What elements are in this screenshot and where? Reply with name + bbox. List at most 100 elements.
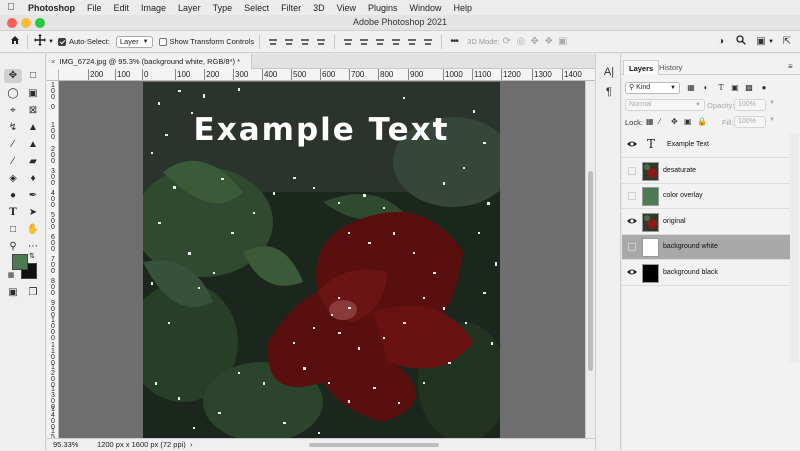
document-tab[interactable]: × IMG_6724.jpg @ 95.3% (background white,…	[47, 54, 252, 69]
canvas-workspace[interactable]: Example Text	[59, 81, 585, 438]
status-info-chevron[interactable]: ›	[190, 439, 193, 451]
paint-bucket-tool-icon[interactable]: ◈	[4, 172, 22, 186]
lock-transparent-pixels-icon[interactable]: ▦	[646, 117, 654, 126]
horizontal-scroll-thumb[interactable]	[309, 443, 439, 447]
panel-menu-icon[interactable]: ≡	[788, 62, 793, 71]
history-brush-tool-icon[interactable]: ∕	[4, 155, 22, 169]
align-bottom-edges-icon[interactable]	[375, 37, 385, 47]
auto-select-target-dropdown[interactable]: Layer ▼	[115, 35, 153, 48]
crop-tool-icon[interactable]: ⌖	[4, 104, 22, 118]
ruler-origin[interactable]	[47, 69, 59, 81]
apple-logo-icon[interactable]: 	[0, 2, 22, 13]
eyedropper-tool-icon[interactable]: ↯	[4, 121, 22, 135]
menu-view[interactable]: View	[331, 3, 362, 13]
align-to-icon[interactable]	[423, 37, 433, 47]
eye-icon[interactable]	[627, 268, 637, 278]
menu-image[interactable]: Image	[135, 3, 172, 13]
3d-roll-icon[interactable]: ◎	[514, 36, 528, 47]
menu-filter[interactable]: Filter	[275, 3, 307, 13]
tool-preset-chevron-down-icon[interactable]: ▼	[48, 39, 54, 45]
eye-icon[interactable]	[627, 217, 637, 227]
distribute-horizontal-icon[interactable]	[391, 37, 401, 47]
opacity-chevron-down-icon[interactable]: ▼	[769, 100, 775, 106]
horizontal-ruler[interactable]: 200 100 0 100 200 300 400 500 600 700 800 900 1000 11…	[59, 69, 595, 81]
dodge-tool-icon[interactable]: ●	[4, 189, 22, 203]
layer-row[interactable]: color overlay	[622, 184, 790, 209]
default-colors-icon[interactable]: ▦	[6, 269, 16, 283]
document-canvas[interactable]: Example Text	[143, 82, 500, 438]
vertical-scroll-thumb[interactable]	[588, 171, 593, 371]
move-tool-icon[interactable]	[33, 34, 47, 49]
eraser-tool-icon[interactable]: ▰	[24, 155, 42, 169]
distribute-vertical-icon[interactable]	[316, 37, 326, 47]
object-selection-tool-icon[interactable]: ▣	[24, 87, 42, 101]
share-icon[interactable]: ⇱	[780, 36, 794, 47]
menu-help[interactable]: Help	[448, 3, 479, 13]
spot-healing-tool-icon[interactable]: ▲	[24, 121, 42, 135]
artboard-tool-icon[interactable]: □	[24, 69, 42, 83]
filter-toggle-icon[interactable]: ●	[759, 83, 769, 93]
align-horizontal-centers-icon[interactable]	[284, 37, 294, 47]
blend-mode-dropdown[interactable]: Normal ▼	[625, 99, 705, 111]
align-right-edges-icon[interactable]	[300, 37, 310, 47]
screen-mode-icon[interactable]: ❐	[24, 286, 42, 300]
path-selection-tool-icon[interactable]: ➤	[24, 206, 42, 220]
eye-icon[interactable]	[627, 140, 637, 150]
canvas-text-layer[interactable]: Example Text	[143, 112, 500, 148]
menu-select[interactable]: Select	[238, 3, 275, 13]
workspace-switcher-icon[interactable]: ▣	[754, 36, 768, 47]
clone-stamp-tool-icon[interactable]: ▲	[24, 138, 42, 152]
distribute-spacing-icon[interactable]	[407, 37, 417, 47]
show-transform-controls-checkbox[interactable]	[158, 37, 167, 46]
menu-app-photoshop[interactable]: Photoshop	[22, 3, 81, 13]
opacity-input[interactable]: 100%	[734, 99, 766, 111]
lock-artboard-icon[interactable]: ▣	[684, 117, 692, 126]
3d-pan-icon[interactable]: ✥	[528, 36, 542, 47]
lock-all-icon[interactable]: 🔒	[697, 117, 707, 126]
fill-input[interactable]: 100%	[734, 116, 766, 128]
vertical-scrollbar[interactable]	[585, 81, 595, 438]
frame-tool-icon[interactable]: ⊠	[24, 104, 42, 118]
pen-tool-icon[interactable]: ✒	[24, 189, 42, 203]
align-top-edges-icon[interactable]	[343, 37, 353, 47]
filter-adjustment-layers-icon[interactable]: ◐	[701, 83, 711, 93]
3d-scale-icon[interactable]: ▣	[556, 36, 570, 47]
menu-plugins[interactable]: Plugins	[362, 3, 404, 13]
lock-image-pixels-icon[interactable]: ∕	[659, 117, 660, 126]
menu-window[interactable]: Window	[404, 3, 448, 13]
filter-pixel-layers-icon[interactable]: ▦	[686, 83, 696, 93]
more-options-icon[interactable]: •••	[447, 36, 461, 47]
filter-type-layers-icon[interactable]: T	[716, 83, 726, 93]
quick-mask-icon[interactable]: ▣	[4, 286, 22, 300]
foreground-color-swatch[interactable]	[12, 254, 28, 270]
layer-row[interactable]: background black	[622, 260, 790, 286]
menu-layer[interactable]: Layer	[172, 3, 207, 13]
visibility-toggle[interactable]	[628, 243, 636, 251]
zoom-level[interactable]: 95.33%	[53, 439, 78, 451]
layer-filter-kind-dropdown[interactable]: ⚲ Kind ▼	[625, 82, 680, 94]
user-account-icon[interactable]: ◑	[714, 36, 728, 47]
menu-file[interactable]: File	[81, 3, 108, 13]
home-icon[interactable]	[8, 35, 22, 48]
visibility-toggle[interactable]	[628, 192, 636, 200]
fill-chevron-down-icon[interactable]: ▼	[769, 117, 775, 123]
menu-edit[interactable]: Edit	[108, 3, 136, 13]
3d-orbit-icon[interactable]: ⟳	[500, 36, 514, 47]
tab-history[interactable]: History	[654, 60, 687, 75]
type-tool-icon[interactable]: T	[4, 206, 22, 220]
menu-3d[interactable]: 3D	[307, 3, 331, 13]
auto-select-checkbox[interactable]	[57, 37, 66, 46]
workspace-chevron-down-icon[interactable]: ▼	[768, 39, 774, 45]
lock-position-icon[interactable]: ✥	[671, 117, 678, 126]
3d-slide-icon[interactable]: ❖	[542, 36, 556, 47]
layer-row[interactable]: T Example Text	[622, 133, 790, 158]
layer-row[interactable]: original	[622, 209, 790, 235]
close-document-icon[interactable]: ×	[51, 57, 55, 66]
zoom-tool-icon[interactable]: ⚲	[4, 240, 22, 254]
layer-row[interactable]: desaturate	[622, 158, 790, 184]
paragraph-panel-icon[interactable]: ¶	[602, 86, 616, 98]
search-icon[interactable]	[734, 35, 748, 48]
character-panel-icon[interactable]: A|	[602, 66, 616, 78]
layer-row[interactable]: background white	[622, 235, 790, 260]
brush-tool-icon[interactable]: ∕	[4, 138, 22, 152]
